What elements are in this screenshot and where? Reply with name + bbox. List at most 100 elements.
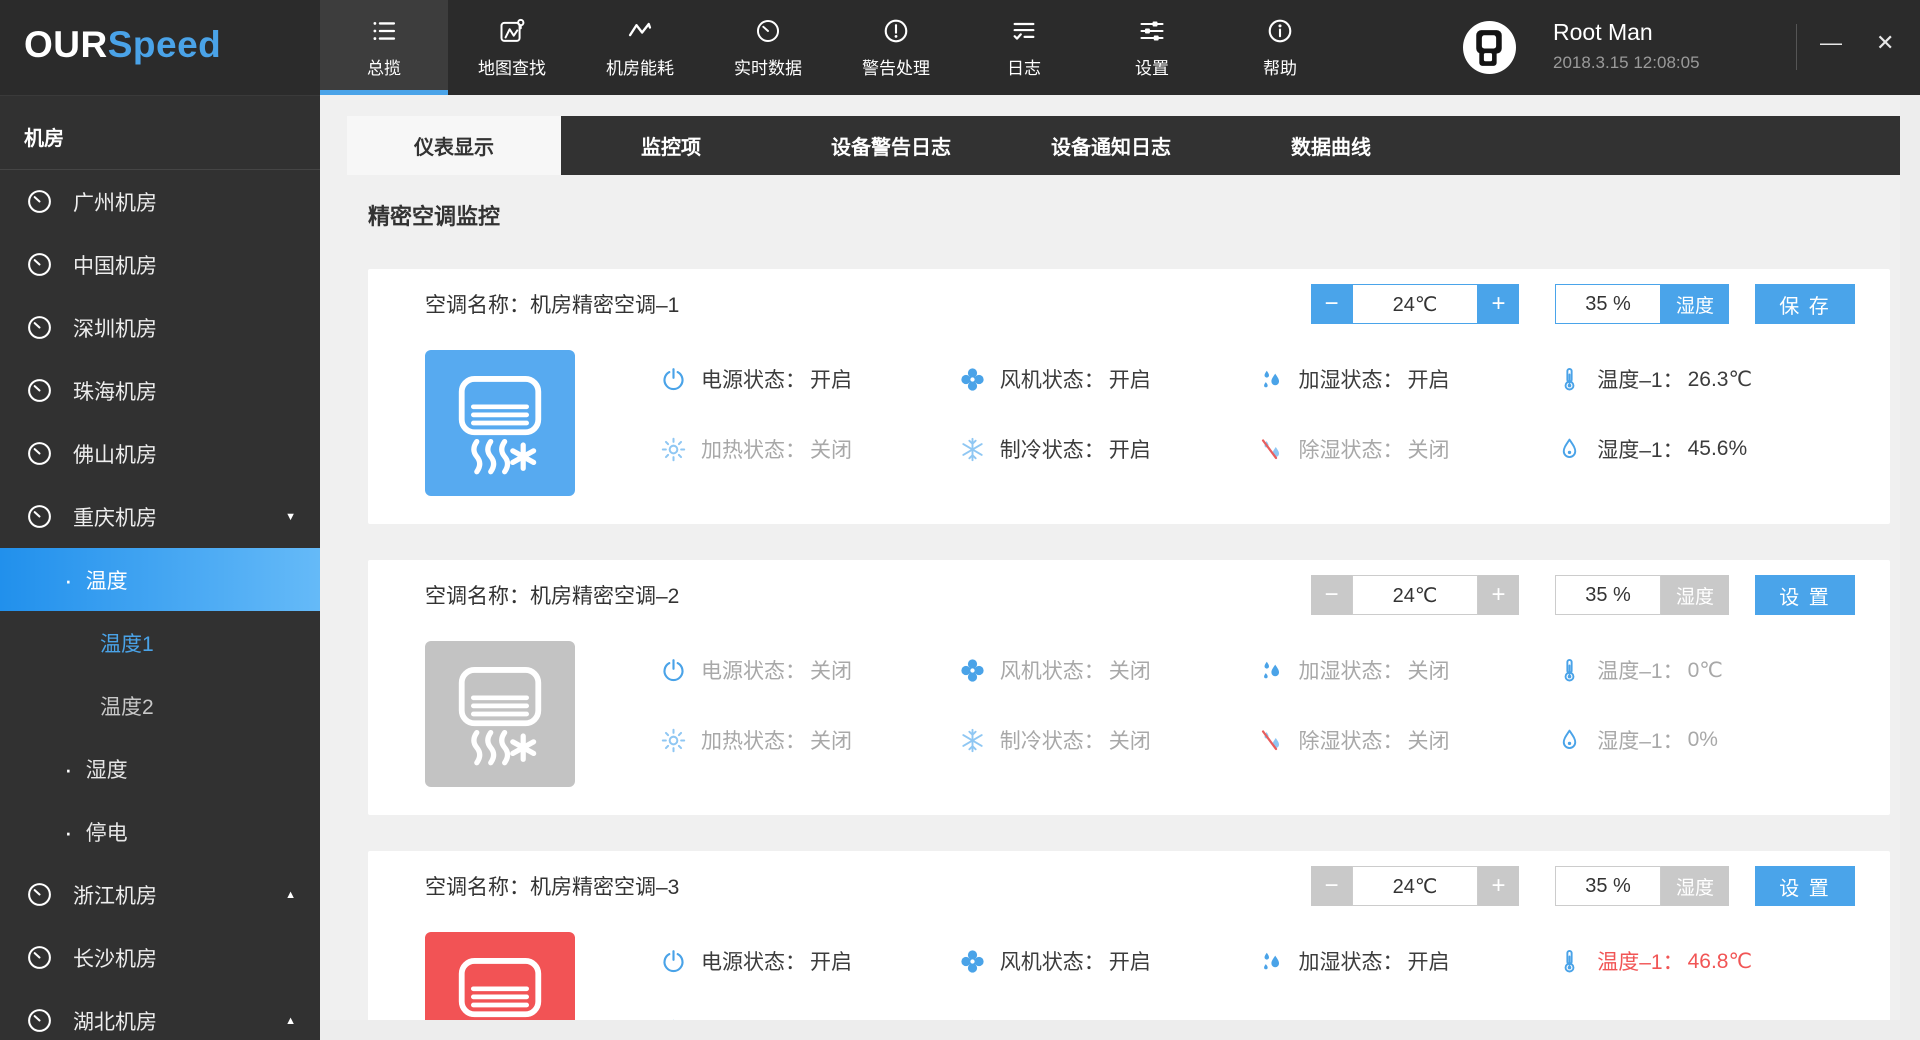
horizontal-scrollbar[interactable] [320,1020,1920,1040]
action-button[interactable]: 设 置 [1755,575,1855,615]
humidity-drop-icon [1556,436,1583,463]
action-button[interactable]: 设 置 [1755,866,1855,906]
minimize-button[interactable]: — [1820,30,1842,56]
status-value: 关闭 [810,434,852,464]
nav-item-map-search[interactable]: 地图查找 [448,0,576,95]
humidity-setpoint-field[interactable]: 35 % [1555,284,1661,324]
status-label: 加湿状态： [1299,946,1404,976]
sidebar-item-chongqing[interactable]: 重庆机房▼ [0,485,320,548]
nav-item-room-energy[interactable]: 机房能耗 [576,0,704,95]
tab-data-curve[interactable]: 数据曲线 [1221,116,1441,175]
status-value: 46.8℃ [1688,949,1752,974]
nav-item-alert-handling[interactable]: 警告处理 [832,0,960,95]
nav-item-overview[interactable]: 总揽 [320,0,448,95]
temp-setpoint-field[interactable]: 24℃ [1352,284,1478,324]
tab-gauge-display[interactable]: 仪表显示 [347,116,561,175]
heat-icon [660,436,687,463]
sidebar-item-humidity[interactable]: ·湿度 [0,737,320,800]
dehumidify-icon [1258,727,1285,754]
nav-item-label: 设置 [1135,54,1169,79]
gauge-icon [25,376,54,405]
status-value: 开启 [1109,364,1151,394]
dehumidify-icon [1258,436,1285,463]
sidebar-item-power-outage[interactable]: ·停电 [0,800,320,863]
card-title: 空调名称：机房精密空调–3 [425,871,679,901]
chevron-up-icon: ▲ [285,1015,296,1027]
temp-setpoint-field[interactable]: 24℃ [1352,575,1478,615]
status-cool: 制冷状态：开启 [959,434,1258,464]
temp-setpoint-field[interactable]: 24℃ [1352,866,1478,906]
status-power: 电源状态：开启 [660,946,959,976]
gauge-icon [25,1006,54,1035]
sidebar-item-temperature-1[interactable]: 温度1 [0,611,320,674]
nav-item-logs[interactable]: 日志 [960,0,1088,95]
gauge-icon [25,313,54,342]
user-info: Root Man 2018.3.15 12:08:05 [1553,19,1700,73]
nav-item-settings[interactable]: 设置 [1088,0,1216,95]
sidebar-item-zhejiang[interactable]: 浙江机房▲ [0,863,320,926]
humidity-setpoint-field[interactable]: 35 % [1555,866,1661,906]
sidebar-item-foshan[interactable]: 佛山机房 [0,422,320,485]
temp-minus-button[interactable]: − [1311,575,1352,615]
status-label: 电源状态： [701,655,806,685]
temp-plus-button[interactable]: + [1478,866,1519,906]
humidify-icon [1258,948,1285,975]
app-window: OURSpeed 总揽地图查找机房能耗实时数据警告处理日志 设置 帮助 Root M… [0,0,1920,1040]
tab-device-notice-log[interactable]: 设备通知日志 [1001,116,1221,175]
humidity-button[interactable]: 湿度 [1661,866,1729,906]
app-logo: OURSpeed [24,24,221,66]
user-avatar[interactable] [1463,21,1516,74]
status-value: 关闭 [1408,434,1450,464]
action-button[interactable]: 保 存 [1755,284,1855,324]
card-title: 空调名称：机房精密空调–1 [425,289,679,319]
help-icon [1266,17,1294,45]
sidebar-item-label: 广州机房 [73,187,157,217]
sidebar-item-label: 重庆机房 [73,502,157,532]
sidebar-item-changsha[interactable]: 长沙机房 [0,926,320,989]
gauge-icon [25,880,54,909]
sidebar-item-hubei[interactable]: 湖北机房 ▲ [0,989,320,1040]
ac-unit-icon [425,932,575,1020]
logo-part-1: OUR [24,24,108,65]
nav-item-help[interactable]: 帮助 [1216,0,1344,95]
status-grid: 电源状态：开启风机状态：开启加湿状态：开启温度–1：26.3℃加热状态：关闭制冷… [660,350,1855,496]
sidebar-item-temperature-2[interactable]: 温度2 [0,674,320,737]
temp-plus-button[interactable]: + [1478,284,1519,324]
humidity-button[interactable]: 湿度 [1661,284,1729,324]
status-value: 开启 [810,364,852,394]
tab-strip: 监控项设备警告日志设备通知日志数据曲线 [561,116,1900,175]
status-label: 制冷状态： [1000,725,1105,755]
humidity-group: 35 %湿度 [1555,866,1729,906]
sidebar-item-shenzhen[interactable]: 深圳机房 [0,296,320,359]
humidity-button[interactable]: 湿度 [1661,575,1729,615]
tab-device-alert-log[interactable]: 设备警告日志 [781,116,1001,175]
sidebar-item-label: 湖北机房 [73,1006,157,1036]
status-thermometer: 温度–1：0℃ [1556,655,1855,685]
sidebar: 机房 广州机房中国机房深圳机房珠海机房佛山机房重庆机房▼·温度温度1温度2·湿度… [0,95,320,1040]
humidity-setpoint-field[interactable]: 35 % [1555,575,1661,615]
temp-minus-button[interactable]: − [1311,284,1352,324]
gauge-icon [25,943,54,972]
status-value: 关闭 [1109,655,1151,685]
power-icon [660,657,687,684]
tab-monitor-items[interactable]: 监控项 [561,116,781,175]
sidebar-item-label: 停电 [86,817,128,847]
ac-card: 空调名称：机房精密空调–2−24℃+35 %湿度设 置电源状态：关闭风机状态：关… [368,560,1890,815]
temp-stepper: −24℃+ [1311,284,1519,324]
card-title: 空调名称：机房精密空调–2 [425,580,679,610]
vertical-scrollbar[interactable] [1900,95,1920,1020]
sidebar-item-label: 珠海机房 [73,376,157,406]
status-value: 关闭 [1408,655,1450,685]
sidebar-item-zhongguo[interactable]: 中国机房 [0,233,320,296]
nav-item-realtime-data[interactable]: 实时数据 [704,0,832,95]
sidebar-item-label: 温度1 [100,628,154,658]
status-value: 关闭 [1109,725,1151,755]
close-button[interactable]: ✕ [1876,30,1894,56]
status-label: 加热状态： [701,434,806,464]
temp-minus-button[interactable]: − [1311,866,1352,906]
sidebar-item-guangzhou[interactable]: 广州机房 [0,170,320,233]
sidebar-item-temperature[interactable]: ·温度 [0,548,320,611]
sidebar-item-zhuhai[interactable]: 珠海机房 [0,359,320,422]
temp-plus-button[interactable]: + [1478,575,1519,615]
nav-item-label: 日志 [1007,54,1041,79]
